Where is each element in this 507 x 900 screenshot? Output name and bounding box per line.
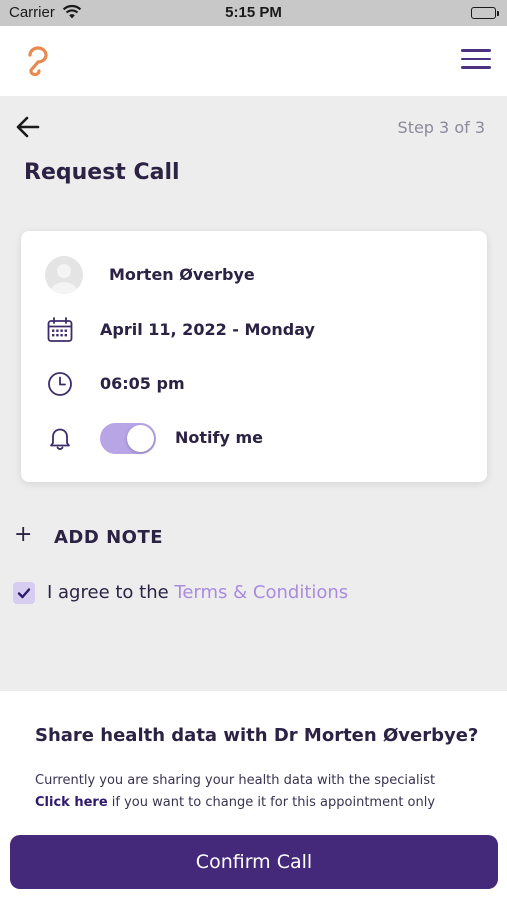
time-row: 06:05 pm [21,364,487,404]
appointment-time: 06:05 pm [100,374,185,393]
share-data-panel: Share health data with Dr Morten Øverbye… [0,691,507,900]
doctor-row: Morten Øverbye [21,255,487,295]
avatar-placeholder [45,256,83,294]
checkmark-icon [17,588,31,599]
brand-logo-icon[interactable] [24,46,52,77]
clock-icon [47,371,73,397]
doctor-name: Morten Øverbye [109,265,255,284]
toggle-knob [127,425,154,452]
terms-text: I agree to the Terms & Conditions [47,582,348,603]
notify-label: Notify me [175,428,263,447]
bell-icon [47,425,73,451]
clock-label: 5:15 PM [225,4,282,21]
app-header [0,26,507,96]
page-title: Request Call [24,160,180,185]
terms-prefix: I agree to the [47,582,175,603]
terms-checkbox[interactable] [13,582,35,604]
battery-icon [471,7,499,19]
step-indicator: Step 3 of 3 [397,118,485,137]
notify-toggle[interactable] [100,423,156,454]
plus-icon: + [14,522,33,547]
add-note-button[interactable]: + ADD NOTE [14,522,214,554]
share-change-suffix: if you want to change it for this appoin… [107,795,436,810]
share-change-text: Click here if you want to change it for … [35,795,435,810]
terms-link[interactable]: Terms & Conditions [174,582,348,603]
confirm-call-button[interactable]: Confirm Call [10,835,498,889]
calendar-icon [47,317,73,343]
terms-agreement-row: I agree to the Terms & Conditions [13,580,433,608]
status-bar: Carrier 5:15 PM [0,0,507,26]
share-title: Share health data with Dr Morten Øverbye… [35,725,479,746]
arrow-left-icon[interactable] [14,114,42,140]
appointment-card: Morten Øverbye April 11, 2022 - Monday 0… [21,231,487,482]
add-note-label: ADD NOTE [54,527,164,548]
click-here-link[interactable]: Click here [35,795,108,810]
share-description: Currently you are sharing your health da… [35,773,436,788]
appointment-date: April 11, 2022 - Monday [100,320,315,339]
date-row: April 11, 2022 - Monday [21,310,487,350]
notify-row: Notify me [21,418,487,458]
hamburger-menu-icon[interactable] [461,49,491,73]
